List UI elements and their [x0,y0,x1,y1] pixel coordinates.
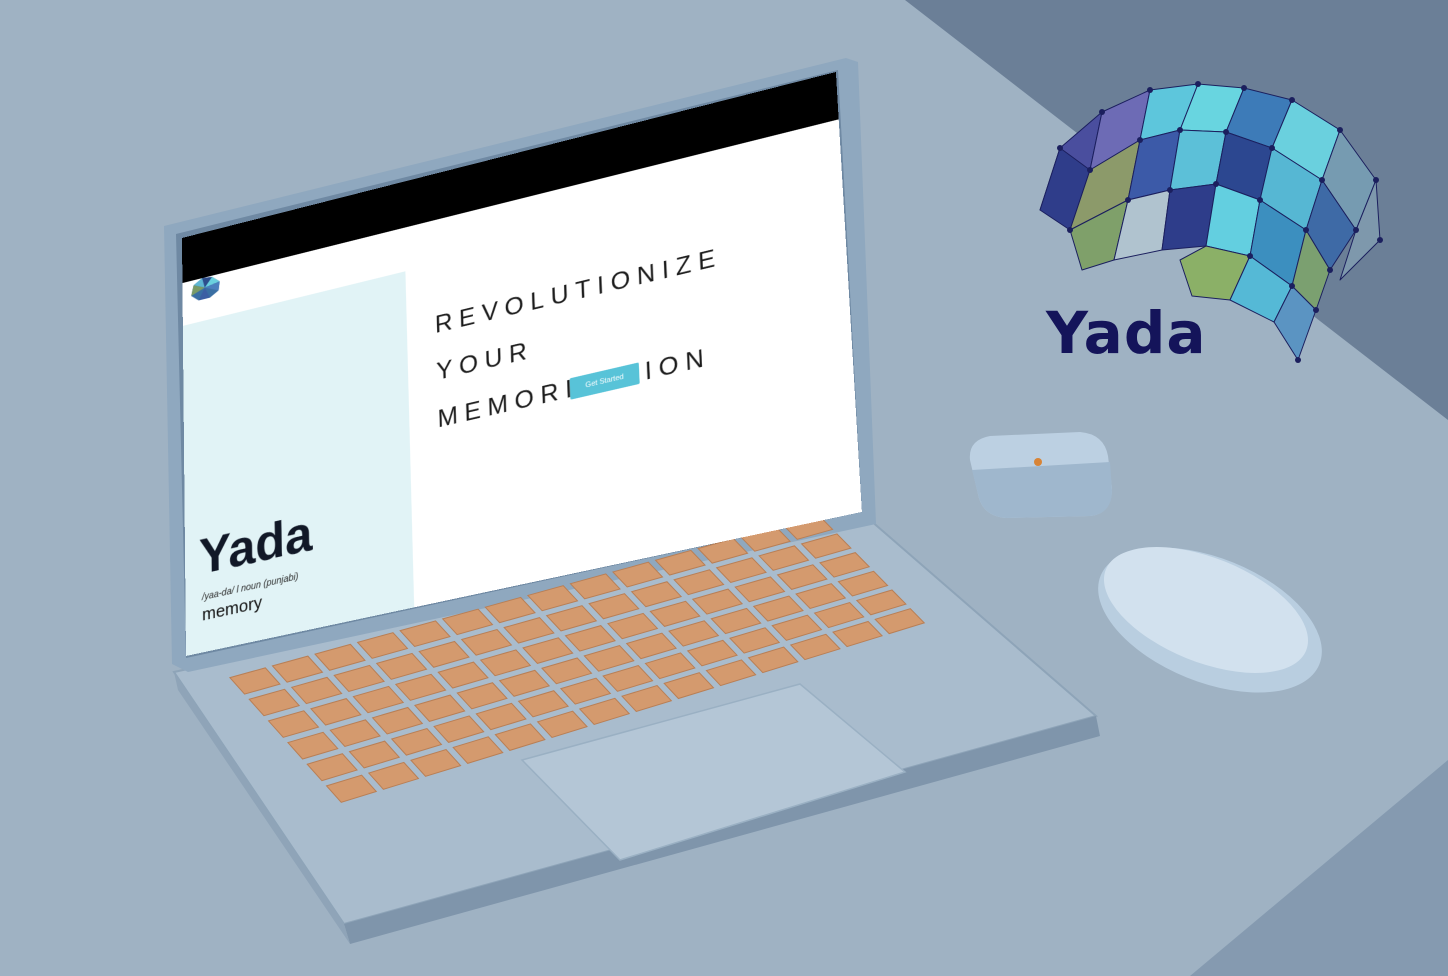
hero-title: REVOLUTIONIZE YOUR MEMORIZATION [434,211,820,444]
product-mockup-scene: REVOLUTIONIZE YOUR MEMORIZATION Get Star… [0,0,1448,976]
brand-wordmark: Yada [1046,302,1206,366]
earbuds-case [970,432,1112,518]
